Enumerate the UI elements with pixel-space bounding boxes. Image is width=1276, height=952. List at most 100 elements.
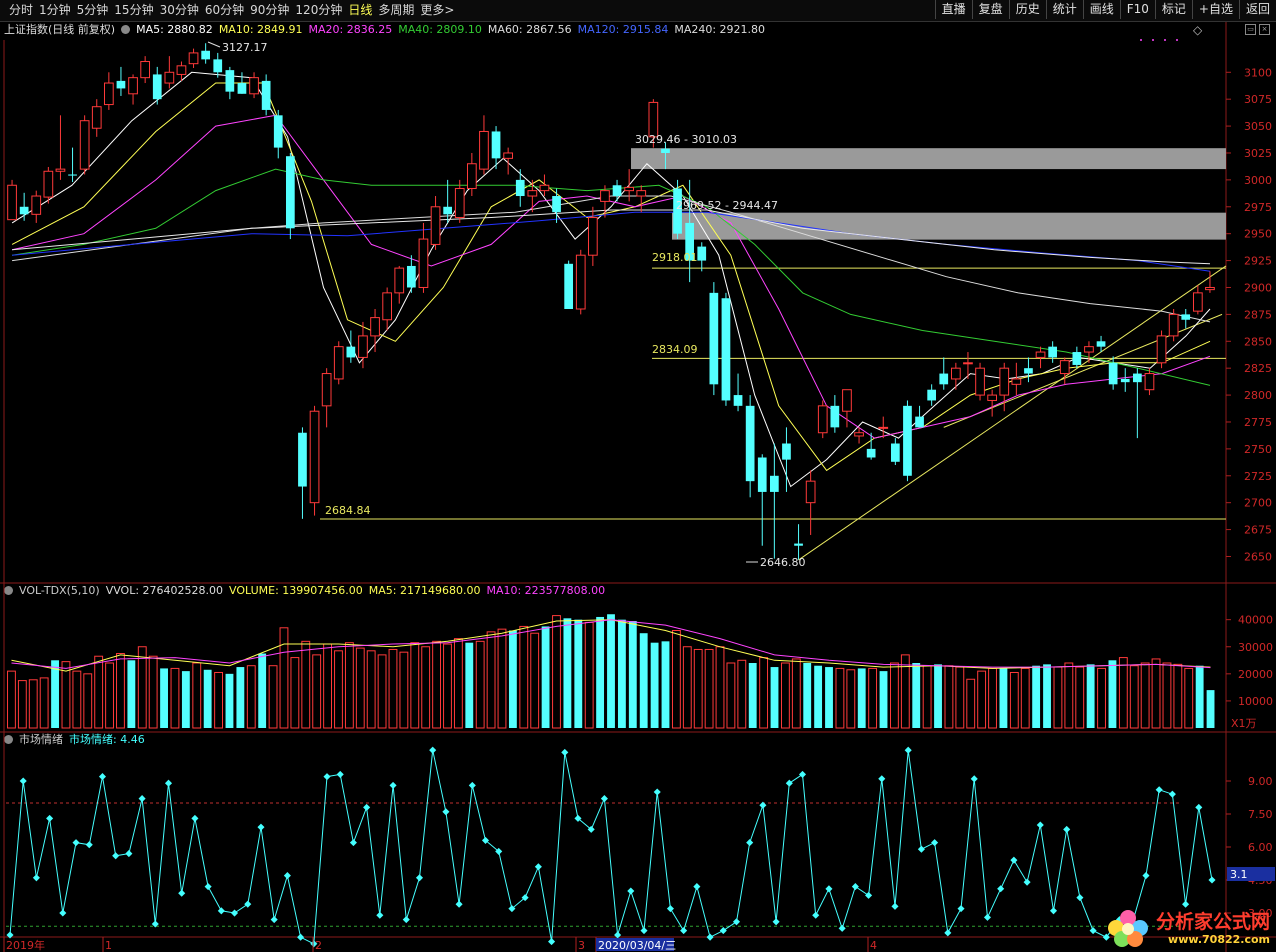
volume-tick-label-1: 20000: [1238, 668, 1273, 681]
volume-bar: [160, 668, 168, 728]
candle-body: [19, 206, 29, 215]
volume-bar: [1195, 665, 1204, 728]
sentiment-point: [349, 839, 357, 847]
volume-bar: [846, 669, 856, 729]
sentiment-point: [693, 883, 701, 891]
candle-body: [466, 163, 477, 189]
candle-body: [1205, 286, 1215, 291]
sentiment-point: [798, 770, 807, 778]
volume-bar: [1043, 664, 1051, 728]
volume-bar: [508, 630, 517, 728]
sentiment-point: [759, 801, 767, 809]
candle-body: [1144, 373, 1155, 391]
volume-bar: [922, 665, 932, 729]
sentiment-point: [719, 927, 727, 935]
sentiment-point: [323, 773, 331, 781]
volume-bar: [530, 632, 540, 729]
ma-line-ma10: [11, 82, 1211, 472]
price-tick-label-0: 2650: [1244, 550, 1272, 563]
volume-bar: [999, 668, 1008, 728]
price-tick-label-16: 3050: [1244, 120, 1272, 133]
candle-body: [1181, 314, 1191, 320]
price-tick-label-1: 2675: [1244, 524, 1272, 537]
sentiment-point: [1010, 856, 1018, 864]
volume-bar: [628, 621, 637, 728]
volume-bar: [421, 646, 431, 729]
low2-annotation: 2646.80: [760, 556, 806, 569]
volume-tick-label-0: 10000: [1238, 695, 1273, 708]
sentiment-point: [270, 916, 278, 924]
sentiment-point: [970, 775, 978, 783]
volume-bar: [737, 659, 747, 729]
sentiment-point: [1089, 927, 1097, 935]
candle-body: [1072, 352, 1082, 365]
candle-body: [1048, 346, 1058, 358]
price-tick-label-6: 2800: [1244, 389, 1272, 402]
candle-body: [382, 292, 393, 321]
sentiment-point: [1036, 821, 1044, 829]
volume-bar: [814, 665, 823, 728]
candle-body: [987, 394, 998, 401]
draw-tool-icon: ◇: [1193, 23, 1203, 37]
volume-bar: [803, 663, 812, 728]
price-tick-label-3: 2725: [1244, 470, 1272, 483]
candle-body: [298, 432, 307, 487]
level2-annotation: 2834.09: [652, 343, 698, 356]
candle-body: [721, 298, 731, 401]
candle-body: [43, 170, 54, 198]
flower-logo-icon: [1107, 910, 1148, 947]
marker-dot: [1164, 39, 1166, 41]
sentiment-point: [244, 900, 252, 908]
volume-bar: [39, 677, 49, 729]
volume-bar: [1118, 657, 1128, 729]
high-annotation: 3127.17: [222, 41, 268, 54]
volume-bar: [912, 663, 921, 728]
volume-unit-label: X1万: [1231, 717, 1257, 730]
candle-body: [782, 443, 791, 460]
volume-bar: [1064, 662, 1074, 729]
price-tick-label-8: 2850: [1244, 335, 1272, 348]
candle-body: [805, 480, 816, 504]
volume-bar: [1086, 664, 1095, 728]
volume-bar: [857, 668, 866, 728]
volume-bar: [759, 657, 769, 729]
candle-body: [587, 217, 598, 256]
sentiment-point: [917, 845, 925, 853]
candle-body: [552, 196, 561, 213]
candle-body: [878, 426, 889, 429]
volume-bar: [170, 667, 180, 729]
candle-body: [443, 206, 453, 215]
sentiment-point: [891, 902, 899, 910]
volume-bar: [258, 653, 267, 728]
volume-bar: [475, 640, 485, 729]
sentiment-point: [402, 916, 410, 924]
volume-bar: [83, 673, 93, 729]
sentiment-point: [931, 839, 939, 847]
candle-body: [116, 80, 126, 89]
volume-bar: [1075, 666, 1085, 729]
price-zone-1: [672, 212, 1226, 240]
volume-bar: [574, 619, 583, 728]
volume-bar: [94, 655, 104, 729]
trend-line-0: [798, 265, 1227, 561]
candle-body: [491, 131, 501, 159]
candle-body: [564, 263, 574, 309]
volume-bar: [214, 671, 223, 729]
stock-chart[interactable]: 2650 2675 2700 2725 2750 2775 2800 2825 2850 2875…: [0, 0, 1276, 952]
volume-bar: [344, 642, 354, 729]
volume-bar: [563, 618, 572, 728]
sentiment-tick-label-2: 6.00: [1248, 841, 1273, 854]
sentiment-point: [230, 909, 239, 917]
candle-body: [527, 190, 538, 197]
volume-bar: [607, 614, 615, 728]
sentiment-point: [1049, 907, 1058, 915]
candle-body: [309, 410, 320, 504]
volume-bar: [519, 625, 529, 729]
zone2-annotation: 2969.52 - 2944.47: [676, 199, 778, 212]
date-label-4: 2020/03/04/三: [598, 939, 676, 952]
volume-bar: [1140, 662, 1150, 729]
volume-bar: [334, 650, 343, 729]
candle-body: [1084, 346, 1094, 353]
price-tick-label-7: 2825: [1244, 362, 1272, 375]
sentiment-point: [363, 803, 371, 811]
